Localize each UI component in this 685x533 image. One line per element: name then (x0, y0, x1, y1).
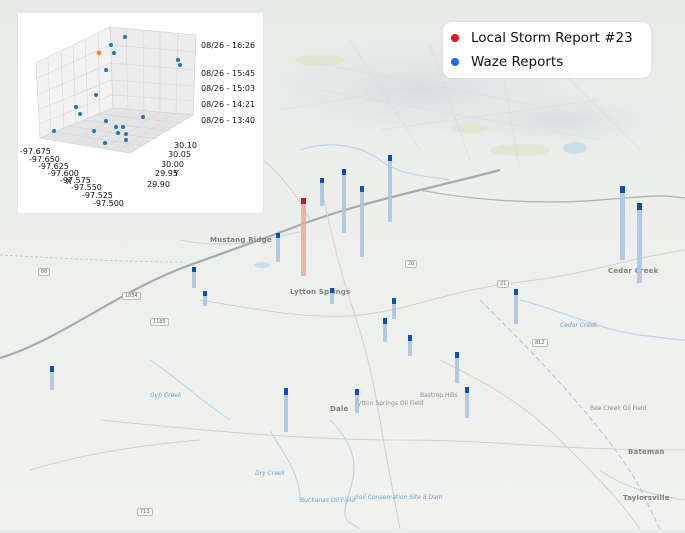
waze-bar[interactable] (320, 179, 324, 206)
waze-bar[interactable] (284, 389, 288, 432)
x-tick: -97.500 (93, 199, 124, 208)
x-axis-label: X (66, 177, 72, 186)
y-tick: 30.10 (174, 141, 197, 150)
legend-item-waze: Waze Reports (451, 53, 563, 71)
legend-label: Local Storm Report #23 (471, 30, 633, 46)
z-tick: 08/26 - 16:26 (201, 41, 255, 50)
map-legend: Local Storm Report #23 Waze Reports (443, 22, 651, 78)
scatter-3d-plot: 08/26 - 16:26 08/26 - 15:45 08/26 - 15:0… (20, 26, 255, 208)
legend-item-storm-report: Local Storm Report #23 (451, 29, 633, 47)
waze-bar[interactable] (276, 234, 280, 262)
blue-dot-icon (451, 58, 459, 66)
waze-bar[interactable] (388, 156, 392, 222)
z-tick: 08/26 - 15:03 (201, 84, 255, 93)
waze-bar[interactable] (637, 204, 642, 283)
y-tick: 30.05 (168, 150, 191, 159)
red-dot-icon (451, 34, 459, 42)
storm-report-bar[interactable] (301, 198, 306, 276)
y-axis-ticks: 30.10 30.05 30.00 29.95 29.90 Y (147, 141, 197, 189)
x-axis-ticks: -97.675 -97.650 -97.625 -97.600 -97.575 … (20, 147, 124, 208)
z-tick: 08/26 - 14:21 (201, 100, 255, 109)
y-tick: 30.00 (161, 160, 184, 169)
z-tick: 08/26 - 15:45 (201, 69, 255, 78)
y-tick: 29.90 (147, 180, 170, 189)
waze-bar[interactable] (360, 187, 364, 257)
z-tick: 08/26 - 13:40 (201, 116, 255, 125)
y-axis-label: Y (173, 169, 179, 178)
waze-bar[interactable] (514, 290, 518, 324)
waze-bar[interactable] (620, 187, 625, 260)
scatter-3d-inset: 08/26 - 16:26 08/26 - 15:45 08/26 - 15:0… (17, 12, 264, 214)
legend-label: Waze Reports (471, 54, 564, 70)
z-axis-ticks: 08/26 - 16:26 08/26 - 15:45 08/26 - 15:0… (201, 41, 255, 125)
storm-report-point (96, 50, 102, 56)
waze-bar[interactable] (342, 170, 346, 233)
